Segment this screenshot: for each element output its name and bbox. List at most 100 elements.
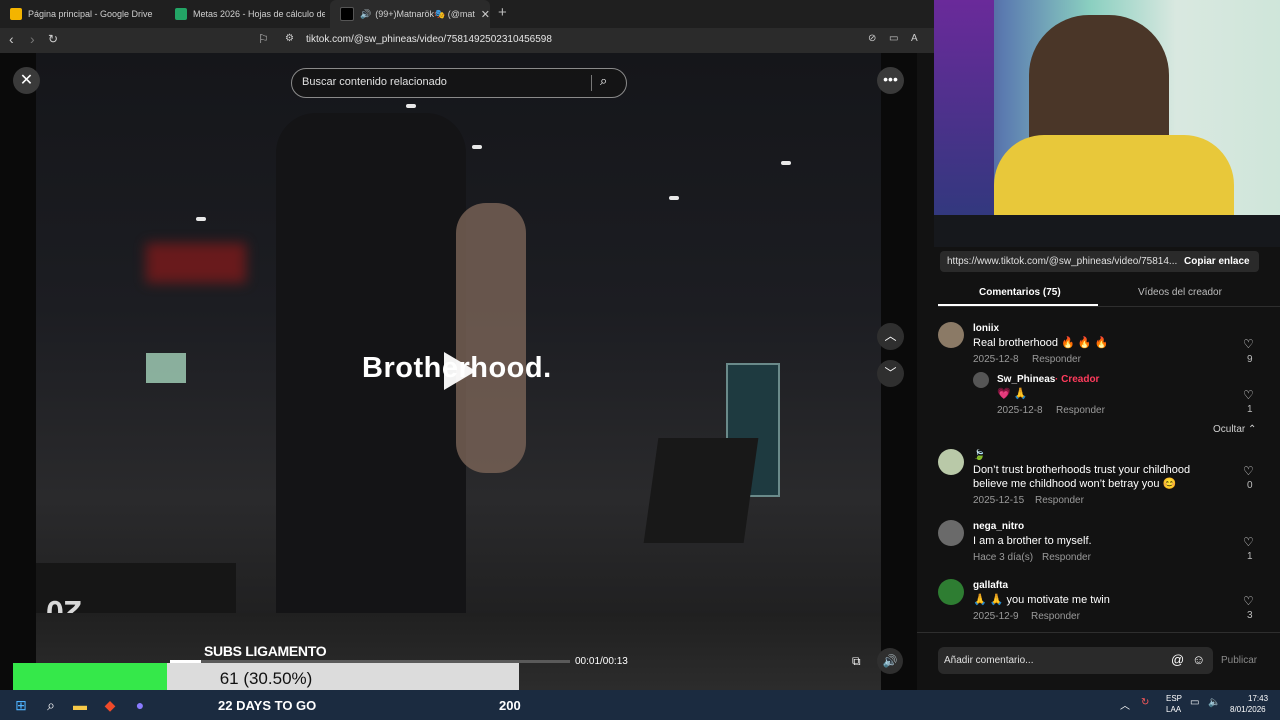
taskbar — [0, 690, 1280, 720]
eye-off-icon[interactable]: ⊘ — [868, 33, 876, 44]
mention-icon[interactable]: @ — [1171, 652, 1184, 667]
ceiling-light — [669, 196, 679, 200]
tab-sheets[interactable]: Metas 2026 - Hojas de cálculo de Go — [165, 0, 325, 28]
like-count: 1 — [1247, 551, 1253, 562]
comment-placeholder: Añadir comentario... — [944, 655, 1034, 666]
comment-username[interactable]: gallafta — [973, 580, 1008, 591]
search-icon[interactable]: ⌕ — [41, 695, 61, 715]
comment-date: Hace 3 día(s) — [973, 552, 1034, 563]
url-field[interactable]: tiktok.com/@sw_phineas/video/75814925023… — [306, 34, 552, 45]
video-link-text: https://www.tiktok.com/@sw_phineas/video… — [947, 256, 1178, 267]
window — [146, 353, 186, 383]
speaker-icon: 🔊 — [360, 8, 372, 19]
comment-username[interactable]: Sw_Phineas — [997, 374, 1055, 385]
reply-button[interactable]: Responder — [1032, 354, 1081, 365]
tab-tiktok[interactable]: 🔊 (99+)Matnarök🎭 (@matnar ✕ — [330, 0, 490, 28]
tab-creator-videos[interactable]: Vídeos del creador — [1138, 287, 1222, 298]
reply-button[interactable]: Responder — [1042, 552, 1091, 563]
like-count: 0 — [1247, 480, 1253, 491]
hide-replies-button[interactable]: Ocultar ⌃ — [1213, 424, 1256, 435]
comment-text: Don’t trust brotherhoods trust your chil… — [973, 464, 1191, 490]
days-to-go: 22 DAYS TO GO — [218, 698, 317, 713]
publish-button[interactable]: Publicar — [1221, 655, 1257, 666]
keyboard-layout[interactable]: LAA — [1166, 705, 1181, 714]
screen-icon[interactable]: ▭ — [889, 33, 898, 44]
comment-date: 2025-12-15 — [973, 495, 1025, 506]
play-icon[interactable] — [444, 352, 476, 390]
tray-app-icon[interactable]: ↻ — [1141, 697, 1149, 708]
translate-icon[interactable]: A — [911, 33, 918, 44]
comment-username[interactable]: nega_nitro — [973, 521, 1024, 532]
comment-text: Real brotherhood 🔥 🔥 🔥 — [973, 337, 1109, 349]
back-icon[interactable]: ‹ — [9, 31, 14, 47]
red-light-glow — [146, 243, 246, 283]
reply-button[interactable]: Responder — [1035, 495, 1084, 506]
like-heart-icon[interactable]: ♡ — [1243, 535, 1254, 549]
comment-username[interactable]: loniix — [973, 323, 999, 334]
desk — [934, 215, 1280, 247]
tab-title: (99+)Matnarök🎭 (@matnar — [375, 8, 475, 19]
like-heart-icon[interactable]: ♡ — [1243, 464, 1254, 478]
ceiling-light — [196, 217, 206, 221]
search-divider — [591, 75, 592, 91]
google-drive-icon — [10, 8, 22, 20]
close-tab-icon[interactable]: ✕ — [481, 8, 490, 21]
ceiling-light — [472, 145, 482, 149]
tab-google-drive[interactable]: Página principal - Google Drive — [0, 0, 165, 28]
avatar[interactable] — [938, 579, 964, 605]
picture-in-picture-icon[interactable]: ⧉ — [852, 654, 861, 669]
sign-board — [643, 438, 759, 543]
new-tab-button[interactable]: + — [498, 4, 507, 21]
avatar[interactable] — [938, 449, 964, 475]
copy-link-button[interactable]: Copiar enlace — [1184, 256, 1250, 267]
clock-date[interactable]: 8/01/2026 — [1230, 705, 1266, 714]
clock-time[interactable]: 17:43 — [1248, 694, 1268, 703]
reply-button[interactable]: Responder — [1031, 611, 1080, 622]
tab-separator — [938, 306, 1280, 307]
tray-expand-icon[interactable]: ︿ — [1120, 697, 1130, 712]
volume-tray-icon[interactable]: 🔈 — [1208, 697, 1220, 708]
like-count: 9 — [1247, 354, 1253, 365]
network-icon[interactable]: ▭ — [1190, 697, 1199, 708]
emoji-icon[interactable]: ☺ — [1192, 652, 1205, 667]
like-heart-icon[interactable]: ♡ — [1243, 388, 1254, 402]
like-count: 3 — [1247, 610, 1253, 621]
bookmark-icon[interactable]: ⚐ — [258, 32, 269, 46]
discord-icon[interactable]: ● — [130, 695, 150, 715]
tiktok-icon — [340, 7, 354, 21]
reply-button[interactable]: Responder — [1056, 405, 1105, 416]
athlete-figure — [276, 113, 466, 690]
like-heart-icon[interactable]: ♡ — [1243, 337, 1254, 351]
more-options-button[interactable]: ••• — [877, 67, 904, 94]
related-search-input[interactable]: Buscar contenido relacionado ⌕ — [291, 68, 627, 98]
athlete-arm — [456, 203, 526, 473]
reload-icon[interactable]: ↻ — [48, 32, 58, 46]
add-comment-input[interactable]: Añadir comentario... @ ☺ — [938, 647, 1213, 674]
search-icon[interactable]: ⌕ — [600, 73, 607, 89]
previous-video-button[interactable]: ︿ — [877, 323, 904, 350]
forward-icon[interactable]: › — [30, 31, 35, 47]
file-explorer-icon[interactable]: ▬ — [70, 695, 90, 715]
avatar[interactable] — [938, 322, 964, 348]
sheets-icon — [175, 8, 187, 20]
subs-goal-target: 200 — [499, 698, 521, 713]
comment-date: 2025-12-8 — [973, 354, 1019, 365]
close-video-button[interactable]: ✕ — [13, 67, 40, 94]
site-info-icon[interactable]: ⚙ — [285, 33, 294, 44]
ceiling-light — [406, 104, 416, 108]
tab-title: Metas 2026 - Hojas de cálculo de Go — [193, 9, 325, 19]
monitor-glow — [934, 0, 994, 247]
windows-start-icon[interactable]: ⊞ — [11, 695, 31, 715]
webcam-feed — [934, 0, 1280, 247]
brave-browser-icon[interactable]: ◆ — [100, 695, 120, 715]
tab-comments[interactable]: Comentarios (75) — [979, 287, 1061, 298]
next-video-button[interactable]: ﹀ — [877, 360, 904, 387]
comment-username[interactable]: 🍃 — [973, 450, 985, 461]
avatar[interactable] — [938, 520, 964, 546]
keyboard-language[interactable]: ESP — [1166, 694, 1182, 703]
avatar[interactable] — [973, 372, 989, 388]
subs-goal-text: 61 (30.50%) — [219, 669, 313, 688]
comment-text: 🙏 🙏 you motivate me twin — [973, 594, 1110, 606]
like-heart-icon[interactable]: ♡ — [1243, 594, 1254, 608]
volume-icon[interactable]: 🔊 — [877, 648, 903, 674]
